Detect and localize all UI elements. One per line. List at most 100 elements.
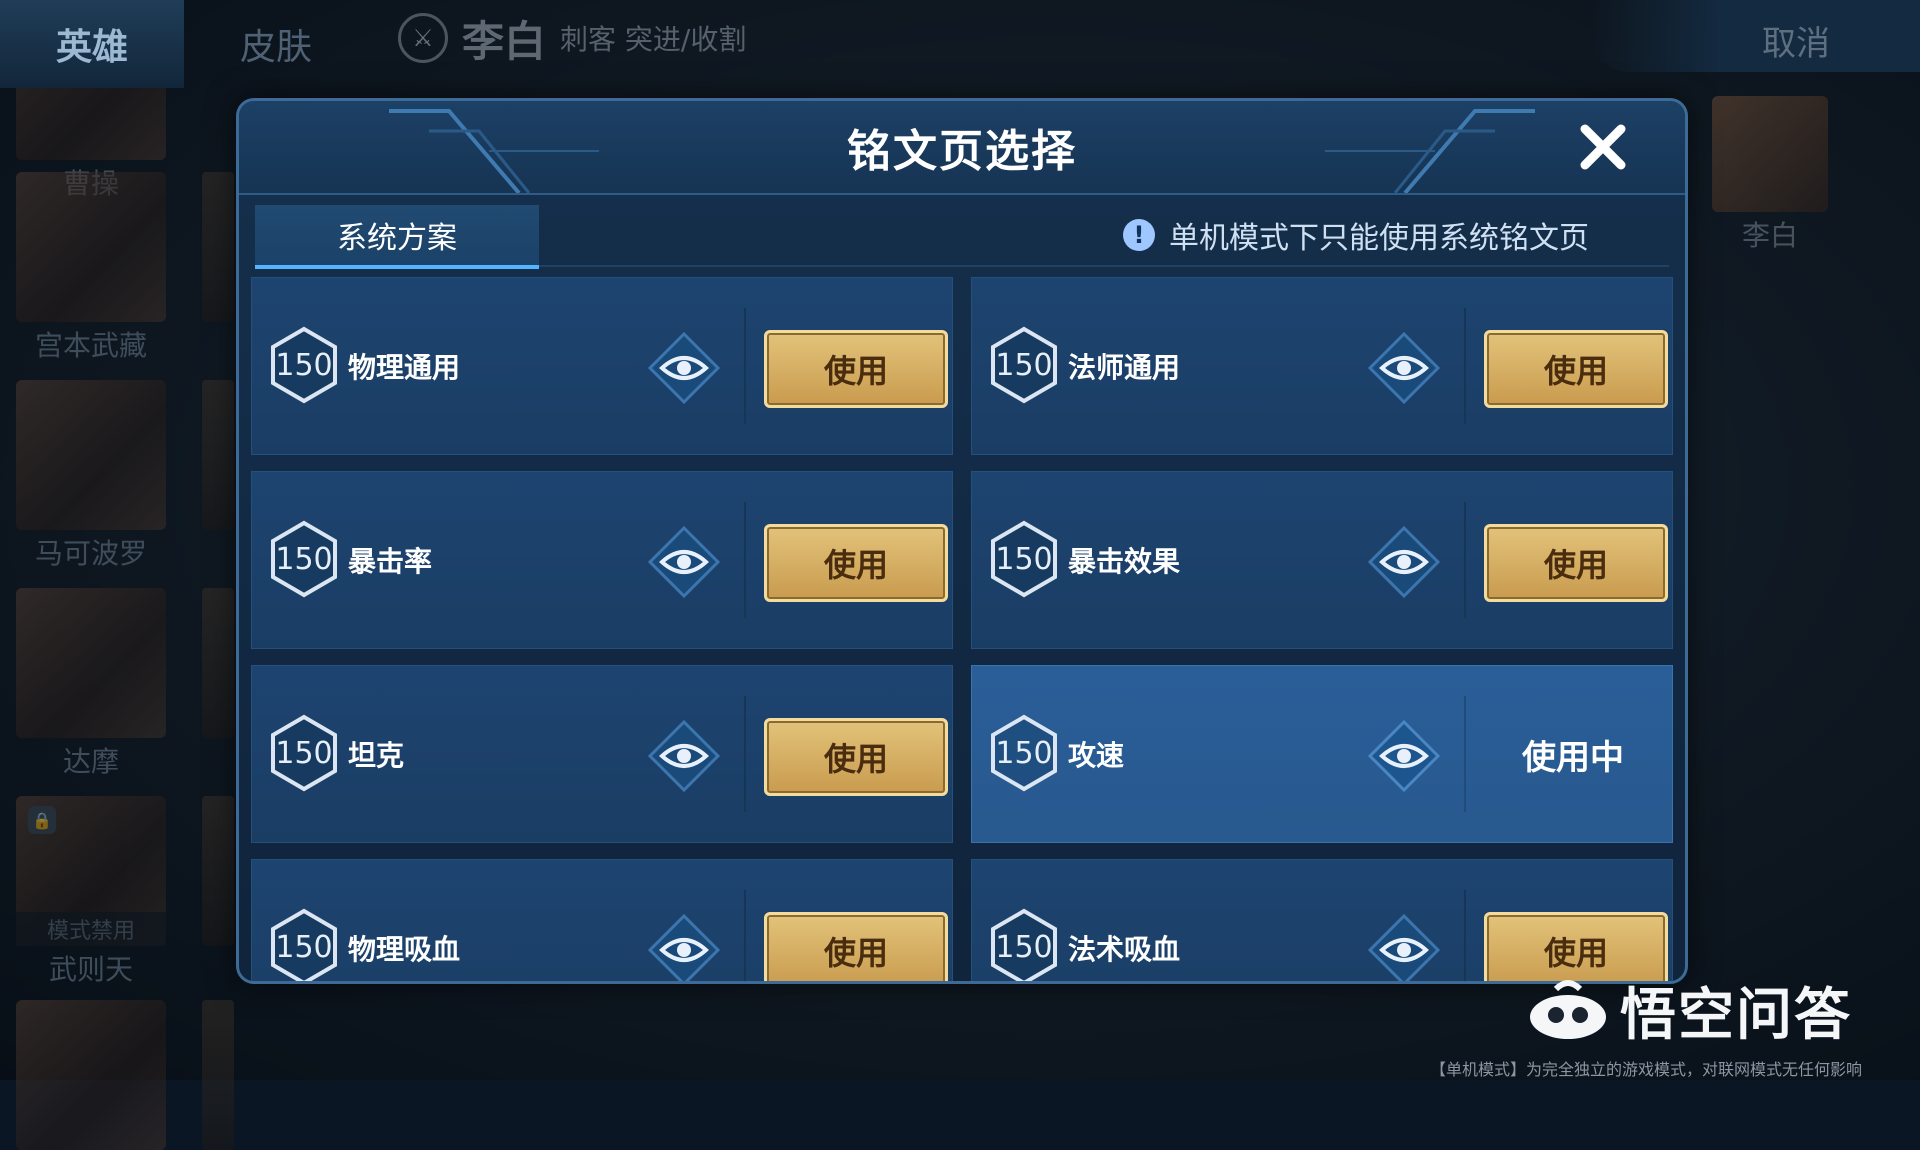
hero-portrait-partial	[202, 796, 234, 946]
divider	[744, 890, 746, 981]
hero-card-banned: 🔒 模式禁用 武则天	[16, 796, 166, 988]
level-value: 150	[995, 929, 1053, 965]
divider	[744, 308, 746, 424]
divider	[1464, 502, 1466, 618]
rune-page-card: 150 坦克 使用	[251, 665, 953, 843]
wukong-logo-icon	[1530, 979, 1606, 1039]
rune-page-card: 150 法术吸血 使用	[971, 859, 1673, 981]
top-bar: 英雄 皮肤 ⚔ 李白 刺客 突进/收割 取消	[0, 0, 1920, 88]
footer-note: 【单机模式】为完全独立的游戏模式，对联网模式无任何影响	[1430, 1060, 1863, 1079]
preview-button[interactable]	[647, 331, 721, 405]
cancel-button[interactable]: 取消	[1762, 16, 1830, 65]
hero-card-label: 宫本武藏	[34, 329, 147, 362]
tab-system-plans[interactable]: 系统方案	[255, 205, 539, 269]
level-badge: 150	[270, 714, 338, 792]
notice-text: 单机模式下只能使用系统铭文页	[1169, 221, 1589, 256]
level-value: 150	[275, 735, 333, 771]
divider	[744, 696, 746, 812]
divider	[744, 502, 746, 618]
hero-card-label: 马可波罗	[34, 537, 147, 570]
selected-hero-portrait	[1712, 96, 1828, 212]
level-badge: 150	[270, 520, 338, 598]
hero-list: 曹操 宫本武藏 马可波罗 达摩 🔒 模式禁用 武则天	[0, 10, 200, 1150]
selected-hero-name: 李白	[1741, 219, 1798, 252]
eye-icon	[1367, 719, 1441, 793]
rune-page-grid: 150 物理通用 使用 150 法师通用 使用 150 暴击率 使用 150 暴…	[251, 277, 1673, 981]
use-button[interactable]: 使用	[764, 330, 948, 408]
rune-page-name: 暴击率	[348, 545, 433, 578]
close-button[interactable]	[1575, 119, 1631, 175]
dialog-title: 铭文页选择	[847, 126, 1077, 177]
hero-card[interactable]	[16, 1000, 166, 1150]
rune-page-card-active: 150 攻速 使用中	[971, 665, 1673, 843]
ban-label: 模式禁用	[16, 912, 166, 946]
hero-portrait-partial	[202, 1000, 234, 1150]
info-icon: !	[1123, 219, 1155, 251]
preview-button[interactable]	[647, 719, 721, 793]
notice: ! 单机模式下只能使用系统铭文页	[1123, 205, 1589, 265]
hero-title: ⚔ 李白 刺客 突进/收割	[398, 8, 746, 68]
preview-button[interactable]	[1367, 719, 1441, 793]
preview-button[interactable]	[1367, 525, 1441, 599]
close-icon	[1580, 124, 1626, 170]
hero-card[interactable]: 马可波罗	[16, 380, 166, 572]
use-button[interactable]: 使用	[764, 912, 948, 981]
rune-page-name: 暴击效果	[1068, 545, 1181, 578]
divider	[1464, 696, 1466, 812]
level-value: 150	[275, 541, 333, 577]
hero-role: 刺客 突进/收割	[560, 23, 747, 56]
hero-portrait	[16, 380, 166, 530]
preview-button[interactable]	[1367, 913, 1441, 981]
rune-page-card: 150 法师通用 使用	[971, 277, 1673, 455]
level-badge: 150	[990, 326, 1058, 404]
level-value: 150	[275, 929, 333, 965]
rune-page-name: 法术吸血	[1068, 933, 1181, 966]
eye-icon	[647, 913, 721, 981]
level-badge: 150	[270, 908, 338, 981]
level-badge: 150	[990, 908, 1058, 981]
rune-page-name: 坦克	[348, 739, 405, 772]
level-value: 150	[995, 541, 1053, 577]
tab-hero[interactable]: 英雄	[0, 0, 184, 88]
tab-skin[interactable]: 皮肤	[184, 0, 368, 88]
eye-icon	[1367, 331, 1441, 405]
use-button[interactable]: 使用	[764, 718, 948, 796]
hero-card[interactable]: 宫本武藏	[16, 172, 166, 364]
level-value: 150	[995, 735, 1053, 771]
hero-card-label: 达摩	[62, 745, 119, 778]
hero-portrait-partial	[202, 380, 234, 530]
preview-button[interactable]	[647, 525, 721, 599]
level-badge: 150	[990, 714, 1058, 792]
use-button[interactable]: 使用	[1484, 330, 1668, 408]
eye-icon	[647, 331, 721, 405]
eye-icon	[1367, 525, 1441, 599]
use-button[interactable]: 使用	[1484, 524, 1668, 602]
preview-button[interactable]	[1367, 331, 1441, 405]
hero-portrait	[16, 1000, 166, 1150]
level-value: 150	[995, 347, 1053, 383]
dialog-tabbar: 系统方案 ! 单机模式下只能使用系统铭文页	[255, 205, 1669, 269]
rune-page-name: 法师通用	[1068, 351, 1181, 384]
rune-page-card: 150 暴击效果 使用	[971, 471, 1673, 649]
divider	[1464, 890, 1466, 981]
use-button[interactable]: 使用	[764, 524, 948, 602]
rune-page-dialog: 铭文页选择 系统方案 ! 单机模式下只能使用系统铭文页 150 物理通用 使用	[236, 98, 1688, 984]
cancel-area: 取消	[1590, 0, 1920, 72]
watermark-text: 悟空问答	[1620, 983, 1852, 1048]
level-value: 150	[275, 347, 333, 383]
rune-page-card: 150 物理通用 使用	[251, 277, 953, 455]
hero-portrait: 🔒 模式禁用	[16, 796, 166, 946]
rune-page-name: 物理通用	[348, 351, 461, 384]
level-badge: 150	[990, 520, 1058, 598]
eye-icon	[1367, 913, 1441, 981]
hero-card-label: 武则天	[48, 953, 133, 986]
eye-icon	[647, 525, 721, 599]
preview-button[interactable]	[647, 913, 721, 981]
hero-name: 李白	[462, 16, 547, 66]
hero-portrait	[16, 172, 166, 322]
eye-icon	[647, 719, 721, 793]
rune-page-name: 物理吸血	[348, 933, 461, 966]
hero-card[interactable]: 达摩	[16, 588, 166, 780]
divider	[1464, 308, 1466, 424]
watermark: 悟空问答	[1526, 970, 1852, 1051]
